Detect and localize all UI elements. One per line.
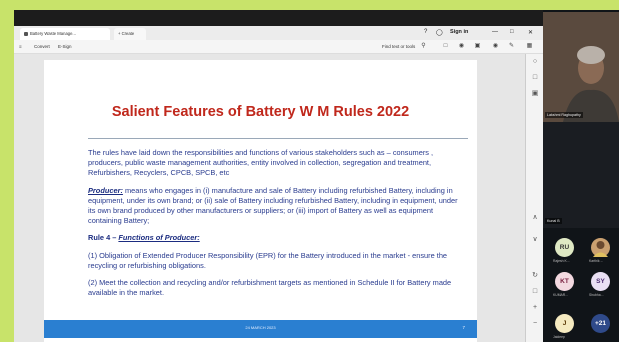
share-icon[interactable]: ◉ [458, 43, 465, 50]
page-down-icon[interactable]: ∨ [531, 236, 539, 244]
participant-label: Jaideep [553, 335, 565, 339]
participant-avatar[interactable]: SY [591, 272, 610, 291]
new-tab-button[interactable]: + Create [114, 28, 146, 40]
browser-tab-bar: Battery Waste Manage... + Create ? ◯ Sig… [14, 26, 543, 40]
export-icon[interactable]: □ [531, 74, 539, 82]
esign-button[interactable]: E-Sign [58, 44, 72, 49]
sign-in-button[interactable]: Sign in [450, 29, 468, 35]
producer-definition: means who engages in (i) manufacture and… [88, 186, 458, 225]
participant-label: Karthik ... [589, 259, 604, 263]
more-participants-badge[interactable]: +21 [591, 314, 610, 333]
speaker-video[interactable]: Lakshmi Raghupathy [543, 12, 619, 122]
obligation-item-1: (1) Obligation of Extended Producer Resp… [88, 251, 448, 270]
participants-panel: Lakshmi Raghupathy Kunal B RU Rajesh K..… [543, 10, 619, 342]
menu-icon[interactable]: ≡ [19, 44, 22, 49]
convert-button[interactable]: Convert [34, 44, 50, 49]
participant-avatar[interactable]: KT [555, 272, 574, 291]
page-view-icon[interactable]: □ [442, 43, 449, 50]
page-icon[interactable]: □ [531, 288, 539, 296]
print-icon[interactable]: ▣ [474, 43, 481, 50]
maximize-button[interactable]: □ [510, 29, 514, 35]
participant-label: Rajesh K... [553, 259, 570, 263]
more-icon[interactable]: ▦ [526, 43, 533, 50]
producer-paragraph: Producer: means who engages in (i) manuf… [88, 186, 463, 226]
help-icon[interactable]: ? [424, 29, 427, 35]
obligation-item-2: (2) Meet the collection and recycling an… [88, 278, 452, 297]
footer-date: 24 MARCH 2023 [245, 325, 276, 330]
pdf-toolbar: ≡ Convert E-Sign Find text or tools ⚲ □ … [14, 40, 543, 54]
pdf-viewer-window: Battery Waste Manage... + Create ? ◯ Sig… [14, 10, 543, 342]
participant-photo-avatar[interactable] [591, 238, 610, 257]
slide-page: Salient Features of Battery W M Rules 20… [44, 60, 477, 342]
speaker-silhouette [543, 12, 619, 122]
refresh-icon[interactable]: ↻ [531, 272, 539, 280]
account-icon[interactable]: ◯ [436, 29, 443, 36]
speaker-name: Lakshmi Raghupathy [545, 112, 583, 118]
save-icon[interactable]: ◉ [492, 43, 499, 50]
zoom-in-icon[interactable]: + [531, 304, 539, 312]
tab-document[interactable]: Battery Waste Manage... [20, 28, 110, 40]
minimize-button[interactable]: — [492, 29, 498, 35]
search-icon[interactable]: ⚲ [420, 43, 427, 50]
page-up-icon[interactable]: ∧ [531, 214, 539, 222]
organize-icon[interactable]: ▣ [531, 90, 539, 98]
zoom-out-icon[interactable]: − [531, 320, 539, 328]
participant-video-2[interactable]: Kunal B [543, 122, 619, 228]
find-tools-input[interactable]: Find text or tools [382, 44, 415, 49]
person-icon [593, 241, 608, 257]
participant-label: KUMAR... [553, 293, 569, 297]
right-tool-rail: ○ □ ▣ ∧ ∨ ↻ □ + − [525, 54, 543, 342]
pdf-icon [24, 31, 28, 36]
title-divider [88, 138, 468, 139]
participant-avatar[interactable]: J [555, 314, 574, 333]
tab-title: Battery Waste Manage... [30, 31, 76, 36]
intro-paragraph: The rules have laid down the responsibil… [88, 148, 434, 177]
slide-title: Salient Features of Battery W M Rules 20… [111, 104, 410, 120]
footer-page-number: 7 [462, 325, 465, 330]
participant-label: Shubha... [589, 293, 604, 297]
comment-icon[interactable]: ○ [531, 58, 539, 66]
participant-avatar[interactable]: RU [555, 238, 574, 257]
close-button[interactable]: ✕ [528, 29, 533, 36]
participant-name-2: Kunal B [545, 218, 562, 224]
producer-term: Producer: [88, 186, 123, 195]
slide-footer: 24 MARCH 2023 7 [44, 320, 477, 338]
rule4-heading: Rule 4 – Functions of Producer: [88, 233, 200, 242]
edit-icon[interactable]: ✎ [508, 43, 515, 50]
